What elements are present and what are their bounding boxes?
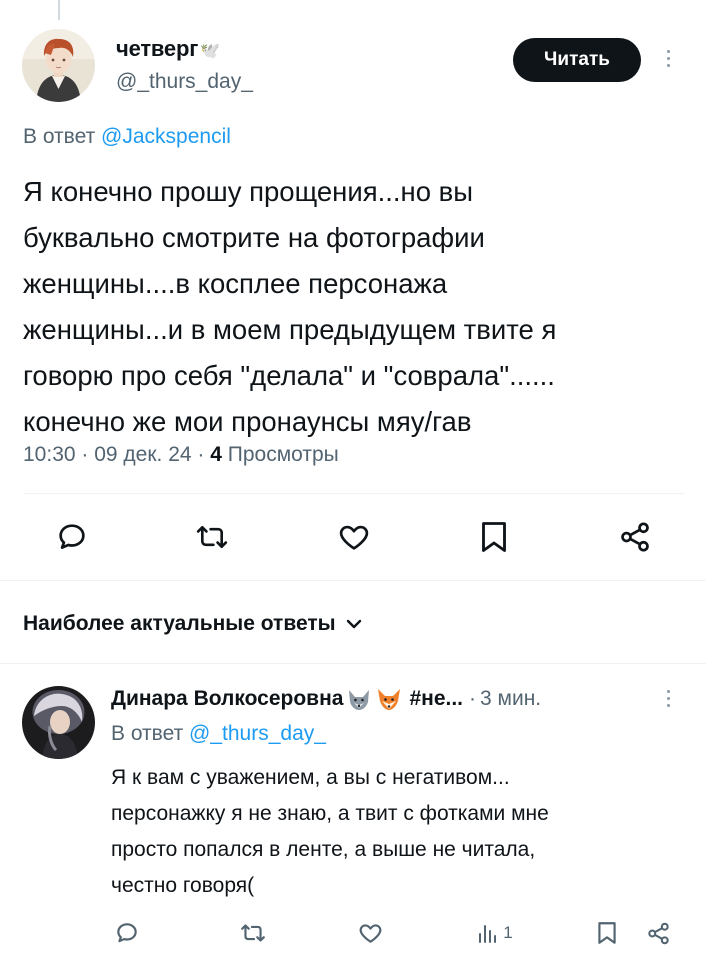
reply-to-link[interactable]: @Jackspencil bbox=[101, 125, 231, 148]
reply-to-prefix: В ответ bbox=[23, 125, 96, 148]
divider bbox=[23, 493, 685, 494]
section-divider bbox=[0, 580, 706, 581]
reply-reply-to-line: В ответ @_thurs_day_ bbox=[111, 722, 326, 746]
tweet-date[interactable]: 09 дек. 24 bbox=[94, 443, 191, 466]
retweet-icon[interactable] bbox=[190, 515, 234, 559]
reply-text-line: просто попался в ленте, а выше не читала… bbox=[111, 838, 536, 861]
reply-to-line: В ответ @Jackspencil bbox=[23, 125, 231, 149]
reply-text-line: персонажку я не знаю, а твит с фотками м… bbox=[111, 802, 549, 825]
replies-sort-dropdown[interactable]: Наиболее актуальные ответы bbox=[23, 612, 362, 636]
author-name-text: четверг bbox=[116, 36, 199, 61]
reply-icon[interactable] bbox=[112, 913, 142, 953]
reply-views-count: 1 bbox=[503, 923, 513, 942]
views-count: 4 bbox=[210, 443, 222, 466]
wolf-emoji-icon bbox=[349, 690, 370, 710]
tweet-text-line: Я конечно прошу прощения...но вы bbox=[23, 176, 474, 207]
reply-reply-to-prefix: В ответ bbox=[111, 722, 184, 745]
chevron-down-icon bbox=[346, 619, 361, 629]
reply-text-line: Я к вам с уважением, а вы с негативом... bbox=[111, 766, 510, 789]
reply-action-bar: 1 bbox=[0, 913, 706, 953]
follow-button[interactable]: Читать bbox=[513, 38, 641, 82]
share-icon[interactable] bbox=[613, 515, 657, 559]
thread-connector-line bbox=[58, 0, 60, 20]
divider bbox=[0, 663, 706, 664]
reply-author-name[interactable]: Динара Волкосеровна bbox=[111, 687, 343, 711]
reply-separator: · bbox=[469, 687, 477, 710]
tweet-action-bar bbox=[0, 515, 706, 565]
author-avatar[interactable] bbox=[22, 29, 95, 102]
like-icon[interactable] bbox=[355, 913, 385, 953]
fox-emoji-icon bbox=[378, 689, 401, 710]
tweet-meta: 10:30 · 09 дек. 24 · 4 Просмотры bbox=[23, 443, 339, 466]
views-button[interactable]: 1 bbox=[472, 913, 518, 953]
reply-icon[interactable] bbox=[50, 515, 94, 559]
bookmark-icon[interactable] bbox=[594, 913, 620, 953]
reply-time[interactable]: 3 мин. bbox=[480, 687, 541, 711]
tweet-text-line: женщины....в косплее персонажа bbox=[23, 268, 448, 299]
share-icon[interactable] bbox=[644, 913, 672, 953]
more-options-icon[interactable] bbox=[665, 50, 671, 67]
reply-reply-to-link[interactable]: @_thurs_day_ bbox=[189, 722, 326, 745]
dove-emoji: 🕊️ bbox=[200, 43, 220, 60]
like-icon[interactable] bbox=[332, 515, 376, 559]
author-handle[interactable]: @_thurs_day_ bbox=[116, 70, 253, 94]
tweet-text-line: конечно же мои пронаунсы мяу/гав bbox=[23, 406, 472, 437]
bookmark-icon[interactable] bbox=[472, 515, 516, 559]
tweet-text-line: буквально смотрите на фотографии bbox=[23, 222, 485, 253]
retweet-icon[interactable] bbox=[237, 913, 269, 953]
views-label: Просмотры bbox=[227, 443, 339, 466]
tweet-time[interactable]: 10:30 bbox=[23, 443, 76, 466]
tweet-text-line: женщины...и в моем предыдущем твите я bbox=[23, 314, 557, 345]
reply-author-name-tail[interactable]: #не... bbox=[409, 687, 463, 711]
reply-text: Я к вам с уважением, а вы с негативом...… bbox=[111, 760, 701, 904]
author-name[interactable]: четверг 🕊️ bbox=[116, 36, 220, 62]
reply-header: Динара Волкосеровна #не... · 3 мин. bbox=[111, 686, 541, 712]
replies-sort-label: Наиболее актуальные ответы bbox=[23, 612, 336, 635]
tweet-text: Я конечно прошу прощения...но вы букваль… bbox=[23, 169, 688, 445]
reply-text-line: честно говоря( bbox=[111, 874, 255, 897]
reply-more-options-icon[interactable] bbox=[665, 690, 671, 707]
reply-author-avatar[interactable] bbox=[22, 686, 95, 759]
tweet-text-line: говорю про себя "делала" и "соврала"....… bbox=[23, 360, 555, 391]
views-icon bbox=[479, 925, 497, 943]
